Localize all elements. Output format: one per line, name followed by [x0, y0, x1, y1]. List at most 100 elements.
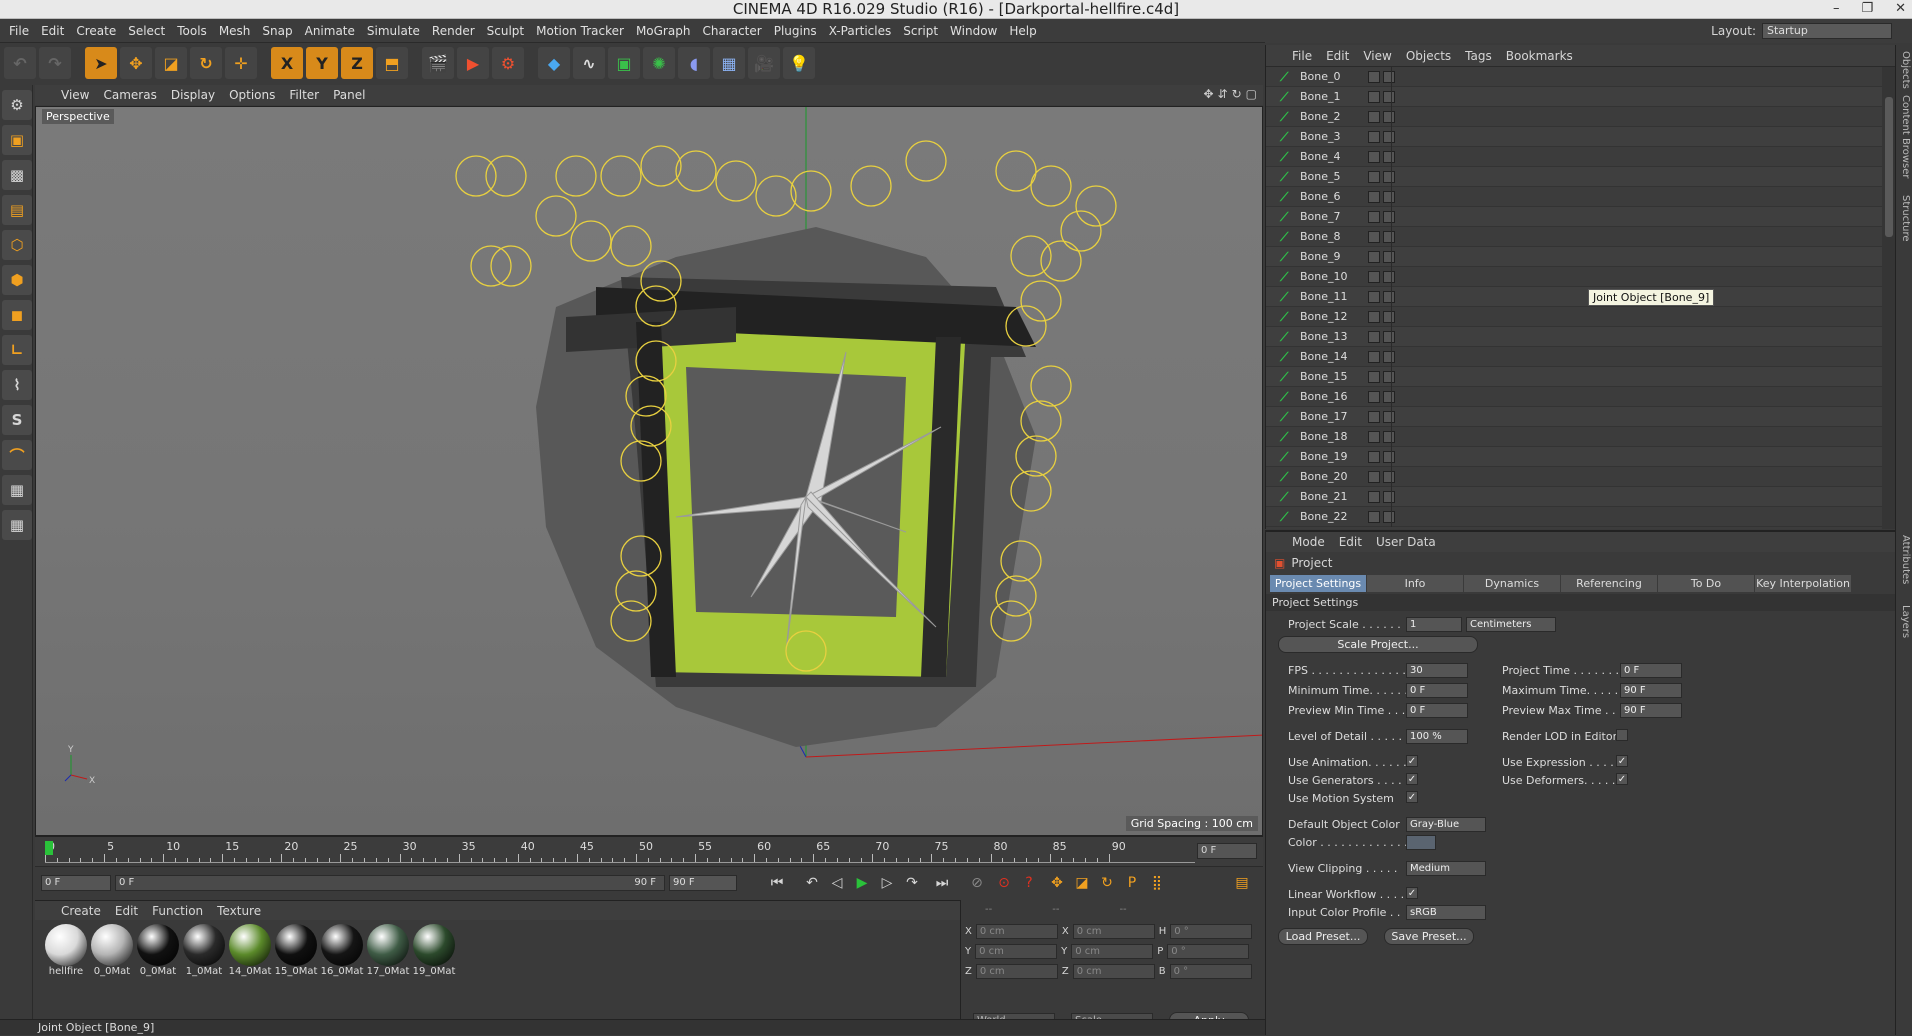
material-menu-edit[interactable]: Edit — [115, 904, 138, 918]
next-key-icon[interactable]: ↷ — [900, 871, 924, 895]
use-motion-checkbox[interactable]: ✓ — [1406, 791, 1418, 803]
auto-key-icon[interactable]: ⊙ — [992, 871, 1016, 895]
use-expression-checkbox[interactable]: ✓ — [1616, 755, 1628, 767]
list-item[interactable]: ⟋ Bone_8 — [1266, 227, 1883, 247]
side-tab-content-browser[interactable]: Content Browser — [1898, 95, 1911, 178]
mograph-icon[interactable]: ✺ — [643, 47, 675, 79]
start-frame-field[interactable]: 0 F — [41, 875, 111, 891]
material-swatch[interactable]: 19_0Mat — [411, 924, 457, 982]
joint-ring[interactable] — [570, 220, 612, 262]
scrollbar-thumb[interactable] — [1885, 97, 1893, 237]
object-menu-tags[interactable]: Tags — [1465, 49, 1492, 63]
visibility-toggle[interactable] — [1368, 510, 1380, 523]
render-picture-icon[interactable]: ▶ — [457, 47, 489, 79]
planar-workplane-icon[interactable]: ▦ — [2, 510, 32, 540]
render-toggle[interactable] — [1383, 270, 1395, 283]
default-color-dropdown[interactable]: Gray-Blue — [1406, 817, 1486, 832]
x-axis-icon[interactable]: X — [271, 47, 303, 79]
viewport-menu-options[interactable]: Options — [229, 88, 275, 102]
camera-icon[interactable]: 🎥 — [748, 47, 780, 79]
list-item[interactable]: ⟋ Bone_16 — [1266, 387, 1883, 407]
coord-input[interactable]: 0 cm — [1071, 944, 1154, 959]
visibility-toggle[interactable] — [1368, 490, 1380, 503]
joint-ring[interactable] — [535, 195, 577, 237]
visibility-toggle[interactable] — [1368, 90, 1380, 103]
menu-item-window[interactable]: Window — [944, 24, 1003, 38]
object-menu-file[interactable]: File — [1292, 49, 1312, 63]
snap-icon[interactable]: S — [2, 405, 32, 435]
coord-input[interactable]: 0 cm — [975, 964, 1058, 979]
current-frame-field[interactable]: 0 F — [1197, 843, 1257, 859]
joint-ring[interactable] — [1030, 165, 1072, 207]
render-toggle[interactable] — [1383, 110, 1395, 123]
undo-icon[interactable]: ↶ — [4, 47, 36, 79]
list-item[interactable]: ⟋ Bone_21 — [1266, 487, 1883, 507]
menu-item-mograph[interactable]: MoGraph — [630, 24, 697, 38]
pan-icon[interactable]: ✥ — [1203, 87, 1213, 101]
list-item[interactable]: ⟋ Bone_22 — [1266, 507, 1883, 527]
axis-mode-icon[interactable]: ∟ — [2, 335, 32, 365]
coord-input[interactable]: 0 ° — [1170, 924, 1253, 939]
project-scale-input[interactable]: 1 — [1406, 617, 1462, 632]
visibility-toggle[interactable] — [1368, 170, 1380, 183]
menu-item-sculpt[interactable]: Sculpt — [481, 24, 530, 38]
list-item[interactable]: ⟋ Bone_0 — [1266, 67, 1883, 87]
render-toggle[interactable] — [1383, 370, 1395, 383]
timeline-window-icon[interactable]: ▤ — [1230, 871, 1254, 895]
menu-item-file[interactable]: File — [3, 24, 35, 38]
visibility-toggle[interactable] — [1368, 470, 1380, 483]
visibility-toggle[interactable] — [1368, 370, 1380, 383]
material-menu-create[interactable]: Create — [61, 904, 101, 918]
list-item[interactable]: ⟋ Bone_9 — [1266, 247, 1883, 267]
list-item[interactable]: ⟋ Bone_10 — [1266, 267, 1883, 287]
make-editable-icon[interactable]: ⚙ — [2, 90, 32, 120]
coord-input[interactable]: 0 cm — [1072, 964, 1155, 979]
select-tool-icon[interactable]: ➤ — [85, 47, 117, 79]
tab-project-settings[interactable]: Project Settings — [1270, 575, 1366, 592]
edges-mode-icon[interactable]: ⬢ — [2, 265, 32, 295]
attribute-menu-user-data[interactable]: User Data — [1376, 535, 1436, 549]
attribute-menu-mode[interactable]: Mode — [1292, 535, 1325, 549]
key-param-icon[interactable]: P — [1120, 871, 1144, 895]
input-profile-dropdown[interactable]: sRGB — [1406, 905, 1486, 920]
visibility-toggle[interactable] — [1368, 70, 1380, 83]
render-settings-icon[interactable]: ⚙ — [492, 47, 524, 79]
render-toggle[interactable] — [1383, 390, 1395, 403]
menu-item-help[interactable]: Help — [1003, 24, 1042, 38]
joint-ring[interactable] — [755, 175, 797, 217]
restore-button[interactable]: ❐ — [1861, 0, 1873, 19]
viewport-menu-display[interactable]: Display — [171, 88, 215, 102]
coordinate-system-icon[interactable]: ⬒ — [376, 47, 408, 79]
save-preset-button[interactable]: Save Preset... — [1384, 928, 1474, 945]
key-selection-icon[interactable]: ? — [1017, 871, 1041, 895]
menu-item-plugins[interactable]: Plugins — [768, 24, 823, 38]
use-generators-checkbox[interactable]: ✓ — [1406, 773, 1418, 785]
zoom-icon[interactable]: ⇵ — [1218, 87, 1228, 101]
rotate-tool-icon[interactable]: ↻ — [190, 47, 222, 79]
joint-ring[interactable] — [640, 145, 682, 187]
list-item[interactable]: ⟋ Bone_20 — [1266, 467, 1883, 487]
object-menu-edit[interactable]: Edit — [1326, 49, 1349, 63]
light-icon[interactable]: 💡 — [783, 47, 815, 79]
list-item[interactable]: ⟋ Bone_6 — [1266, 187, 1883, 207]
render-toggle[interactable] — [1383, 250, 1395, 263]
menu-item-motion-tracker[interactable]: Motion Tracker — [530, 24, 630, 38]
workplane-icon[interactable]: ▤ — [2, 195, 32, 225]
viewport-menu-view[interactable]: View — [61, 88, 89, 102]
render-toggle[interactable] — [1383, 230, 1395, 243]
viewport-menu-cameras[interactable]: Cameras — [103, 88, 156, 102]
material-swatch[interactable]: 0_0Mat — [135, 924, 181, 982]
list-item[interactable]: ⟋ Bone_1 — [1266, 87, 1883, 107]
project-time-input[interactable]: 0 F — [1620, 663, 1682, 678]
timeline-playhead[interactable] — [45, 841, 53, 855]
material-swatch[interactable]: 15_0Mat — [273, 924, 319, 982]
object-menu-bookmarks[interactable]: Bookmarks — [1506, 49, 1573, 63]
menu-item-mesh[interactable]: Mesh — [213, 24, 257, 38]
list-item[interactable]: ⟋ Bone_12 — [1266, 307, 1883, 327]
visibility-toggle[interactable] — [1368, 450, 1380, 463]
render-toggle[interactable] — [1383, 170, 1395, 183]
fps-input[interactable]: 30 — [1406, 663, 1468, 678]
joint-ring[interactable] — [995, 150, 1037, 192]
render-toggle[interactable] — [1383, 210, 1395, 223]
material-menu-texture[interactable]: Texture — [217, 904, 261, 918]
